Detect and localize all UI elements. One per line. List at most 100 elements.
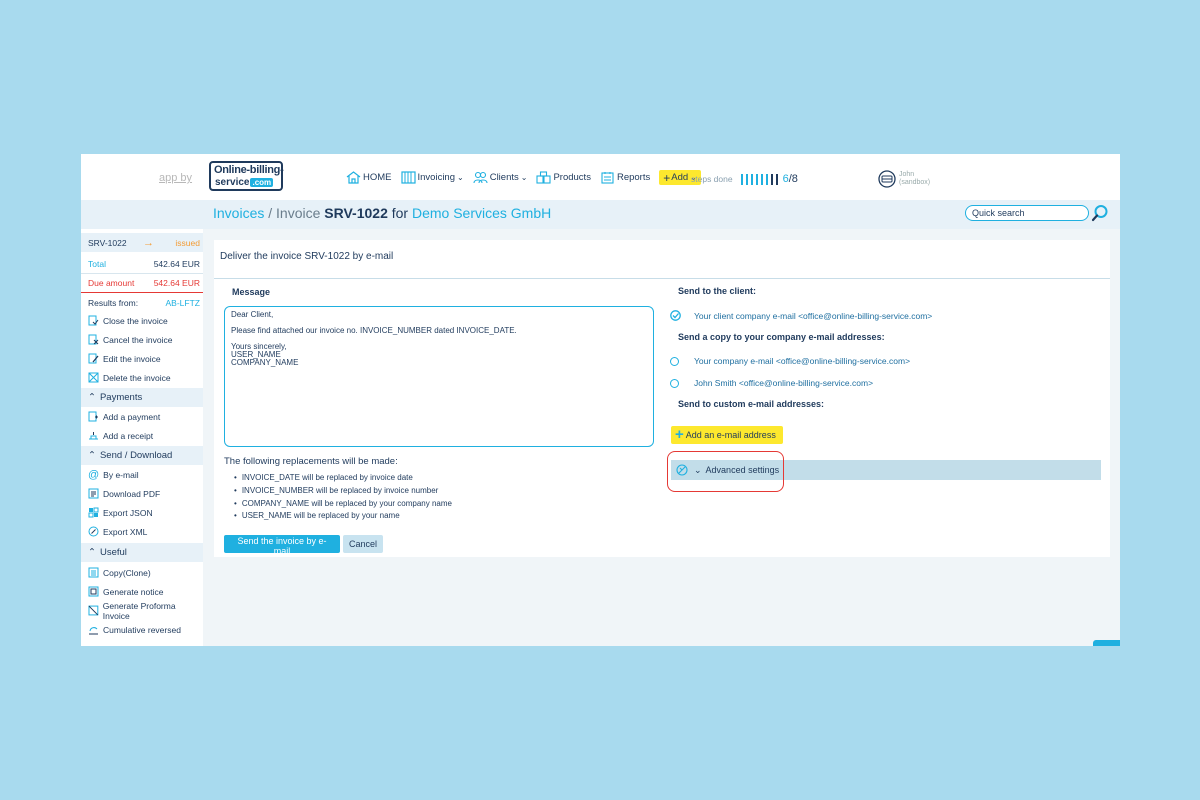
floating-button[interactable] — [1093, 640, 1120, 646]
steps-bars — [740, 173, 781, 185]
notice-icon — [88, 586, 99, 597]
sidebar-head-useful[interactable]: ⌃ Useful — [81, 543, 203, 562]
status-badge: issued — [175, 237, 200, 248]
logo-text: Online-billing- — [214, 164, 284, 176]
sidebar-head-send[interactable]: ⌃ Send / Download — [81, 446, 203, 465]
sidebar-item-export-json[interactable]: Export JSON — [81, 503, 203, 522]
user-email-option[interactable]: John Smith <office@online-billing-servic… — [670, 378, 873, 388]
sidebar-item-download-pdf[interactable]: Download PDF — [81, 484, 203, 503]
top-bar: app by Online-billing- service .com HOME … — [81, 154, 1120, 200]
sidebar-item-delete[interactable]: Delete the invoice — [81, 368, 203, 387]
breadcrumb-invoices[interactable]: Invoices — [213, 205, 264, 221]
sidebar-head-label: Useful — [99, 547, 127, 558]
list-item: INVOICE_DATE will be replaced by invoice… — [234, 473, 452, 486]
total-label: Total — [88, 259, 106, 269]
divider — [214, 278, 1110, 279]
nav-label: Invoicing — [417, 172, 456, 183]
sidebar-item-copy[interactable]: Copy(Clone) — [81, 563, 203, 582]
xml-icon — [88, 526, 99, 537]
sidebar-item-by-email[interactable]: @ By e-mail — [81, 465, 203, 484]
sidebar-head-payments[interactable]: ⌃ Payments — [81, 388, 203, 407]
option-label: John Smith <office@online-billing-servic… — [694, 378, 874, 388]
avatar-icon — [878, 170, 896, 188]
search-icon[interactable] — [1091, 204, 1109, 222]
sidebar: SRV-1022 → issued Total 542.64 EUR Due a… — [81, 229, 203, 646]
breadcrumb-client[interactable]: Demo Services GmbH — [412, 205, 551, 221]
steps-count: 6/8 — [782, 173, 798, 185]
sidebar-item-edit[interactable]: Edit the invoice — [81, 349, 203, 368]
sidebar-total: Total 542.64 EUR — [81, 255, 203, 274]
sidebar-item-label: Generate Proforma Invoice — [102, 600, 176, 621]
logo-word: service — [215, 177, 250, 188]
sidebar-item-export-xml[interactable]: Export XML — [81, 522, 203, 541]
cancel-invoice-icon — [88, 334, 99, 345]
copy-label: Send a copy to your company e-mail addre… — [678, 332, 885, 342]
sidebar-item-close[interactable]: Close the invoice — [81, 311, 203, 330]
replacements-title: The following replacements will be made: — [224, 456, 398, 467]
nav-label: Reports — [616, 172, 651, 183]
nav-label: HOME — [363, 172, 392, 183]
message-line: COMPANY_NAME — [231, 358, 299, 367]
nav-clients[interactable]: Clients ⌄ — [473, 171, 527, 184]
highlight-outline — [667, 451, 784, 492]
sidebar-item-proforma[interactable]: Generate Proforma Invoice — [81, 600, 203, 621]
sidebar-results: Results from: AB-LFTZ — [81, 293, 203, 312]
panel-title: Deliver the invoice SRV-1022 by e-mail — [220, 251, 394, 262]
company-email-option[interactable]: Your company e-mail <office@online-billi… — [670, 356, 910, 366]
breadcrumb-for: for — [391, 205, 409, 221]
message-line: Yours sincerely, — [231, 342, 287, 351]
logo[interactable]: Online-billing- service .com — [209, 161, 284, 191]
products-icon — [536, 171, 552, 184]
user-menu[interactable]: John (sandbox) — [878, 170, 930, 188]
nav-home[interactable]: HOME — [346, 171, 392, 184]
sidebar-item-label: Add a payment — [103, 411, 161, 422]
total-value: 542.64 EUR — [153, 259, 200, 269]
add-email-button[interactable]: + Add an e-mail address — [671, 426, 783, 444]
sidebar-item-label: Copy(Clone) — [103, 567, 151, 578]
page-title-invoice-no: SRV-1022 — [324, 205, 388, 221]
results-link[interactable]: AB-LFTZ — [166, 298, 200, 308]
sidebar-item-cumulative[interactable]: Cumulative reversed — [81, 620, 203, 639]
steps-label: steps done — [691, 174, 733, 184]
plus-icon: + — [663, 170, 671, 185]
nav-invoicing[interactable]: Invoicing ⌄ — [400, 171, 464, 184]
arrow-right-icon: → — [143, 236, 154, 249]
sidebar-item-label: Generate notice — [103, 586, 164, 597]
sidebar-item-label: Close the invoice — [103, 315, 168, 326]
steps-progress[interactable]: steps done 6/8 — [691, 173, 798, 185]
message-label: Message — [232, 287, 271, 297]
add-email-label: Add an e-mail address — [685, 430, 776, 440]
at-icon: @ — [88, 468, 100, 481]
logo-text-2: service .com — [215, 177, 274, 188]
nav-reports[interactable]: Reports — [600, 171, 650, 184]
reverse-icon — [89, 627, 98, 635]
sidebar-item-add-payment[interactable]: Add a payment — [81, 407, 203, 426]
due-value: 542.64 EUR — [153, 278, 200, 288]
user-name: John (sandbox) — [899, 171, 931, 186]
app-by-link[interactable]: app by — [159, 172, 192, 184]
sidebar-invoice-status: SRV-1022 → issued — [81, 233, 203, 252]
nav-label: Products — [553, 172, 591, 183]
sidebar-item-label: Edit the invoice — [103, 353, 161, 364]
add-label: Add — [671, 172, 689, 183]
nav-label: Clients — [489, 172, 519, 183]
send-invoice-button[interactable]: Send the invoice by e-mail — [224, 535, 340, 556]
sidebar-item-label: Cancel the invoice — [103, 334, 173, 345]
home-icon — [346, 171, 361, 184]
clients-icon — [473, 171, 488, 184]
sidebar-invoice-no: SRV-1022 — [88, 237, 127, 248]
receipt-icon — [89, 432, 98, 440]
message-textarea[interactable]: Dear Client, Please find attached our in… — [224, 306, 654, 447]
chevron-up-icon: ⌃ — [88, 392, 96, 403]
sidebar-item-add-receipt[interactable]: Add a receipt — [81, 426, 203, 445]
sidebar-item-notice[interactable]: Generate notice — [81, 582, 203, 601]
json-icon — [88, 507, 99, 518]
sidebar-item-cancel[interactable]: Cancel the invoice — [81, 330, 203, 349]
client-email-option[interactable]: Your client company e-mail <office@onlin… — [670, 310, 932, 321]
cancel-button[interactable]: Cancel — [343, 535, 383, 553]
nav-products[interactable]: Products — [536, 171, 591, 184]
plus-icon: + — [675, 426, 684, 443]
radio-icon — [670, 378, 679, 388]
search-input[interactable] — [965, 205, 1089, 221]
replacements-list: INVOICE_DATE will be replaced by invoice… — [234, 473, 452, 524]
